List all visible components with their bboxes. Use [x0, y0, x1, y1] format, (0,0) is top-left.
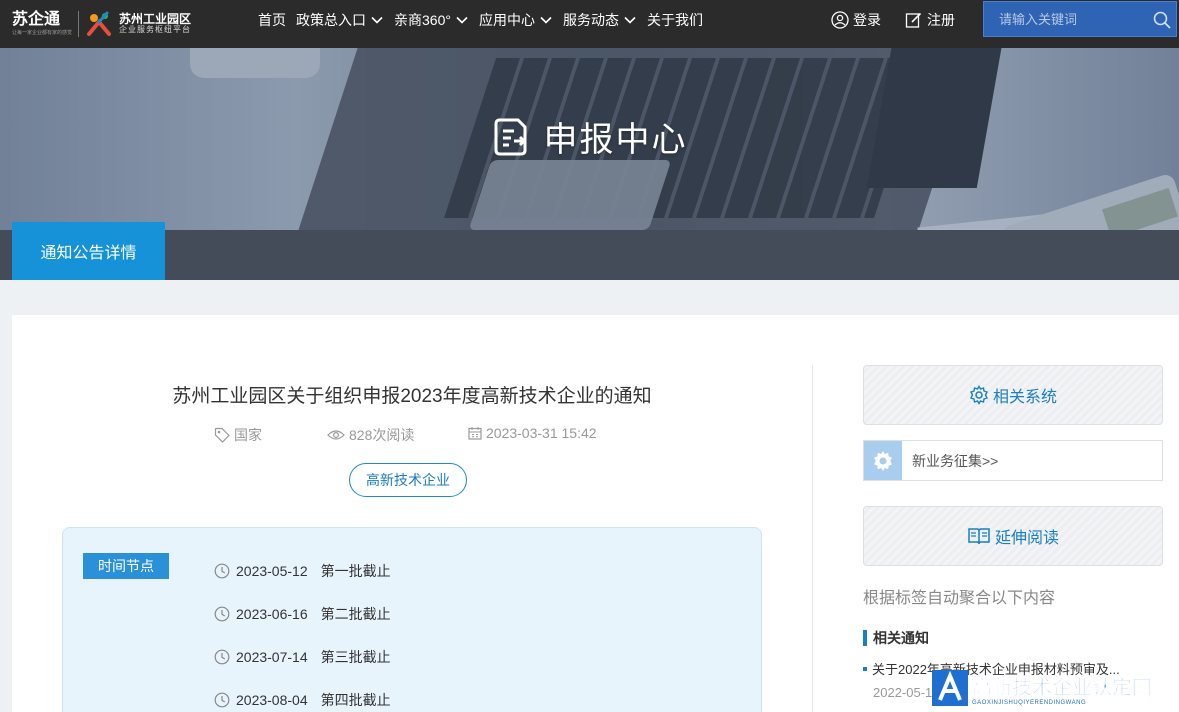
meta-views: 828次阅读: [327, 425, 414, 445]
site-logo[interactable]: 苏企通 让每一家企业都有家的感觉 苏州工业园区 企业服务枢纽平台: [12, 4, 191, 44]
timeline-text: 第三批截止: [320, 649, 391, 665]
nav-item-home[interactable]: 首页: [258, 10, 286, 30]
edit-icon: [905, 12, 922, 28]
related-systems-title: 相关系统: [992, 389, 1057, 406]
timeline-text: 第一批截止: [320, 563, 391, 579]
system-link-label: 新业务征集>>: [912, 452, 999, 469]
meta-date: 2023-03-31 15:42: [468, 425, 597, 441]
login-link[interactable]: 登录: [831, 10, 881, 30]
chevron-down-icon: [456, 16, 468, 24]
watermark-pinyin: GAOXINJISHUQIYERENDINGWANG: [972, 699, 1087, 706]
login-label: 登录: [853, 12, 881, 28]
nav-item-about[interactable]: 关于我们: [647, 10, 703, 30]
watermark-text: 高新技术企业认定网: [972, 676, 1153, 699]
banner: 申报中心: [0, 48, 1179, 230]
timeline-label: 时间节点: [83, 553, 169, 579]
clock-icon: [214, 692, 230, 708]
aggregation-note: 根据标签自动聚合以下内容: [863, 590, 1056, 607]
book-icon: [968, 528, 990, 545]
nav-item-label: 政策总入口: [296, 12, 366, 28]
system-link-new-business[interactable]: 新业务征集>>: [863, 440, 1163, 481]
search-box: [983, 1, 1177, 37]
chevron-down-icon: [540, 16, 552, 24]
nav-item-policy[interactable]: 政策总入口: [296, 10, 384, 30]
extended-reading-title: 延伸阅读: [994, 530, 1059, 547]
nav-item-label: 服务动态: [562, 12, 619, 28]
related-notices-title: 相关通知: [873, 630, 929, 646]
nav-item-label: 亲商360°: [394, 12, 451, 28]
logo-main: 苏企通 让每一家企业都有家的感觉: [12, 12, 72, 36]
timeline-date: 2023-05-12: [236, 563, 308, 579]
sub-header-bar: [0, 230, 1179, 280]
search-input[interactable]: [984, 2, 1144, 36]
meta-date-text: 2023-03-31 15:42: [486, 425, 597, 441]
extended-reading-header: 延伸阅读: [863, 506, 1163, 566]
meta-level: 国家: [214, 425, 262, 445]
timeline-date: 2023-08-04: [236, 692, 308, 708]
article-title: 苏州工业园区关于组织申报2023年度高新技术企业的通知: [172, 386, 652, 407]
logo-sub-caption: 企业服务枢纽平台: [119, 25, 192, 35]
timeline-item: 2023-05-12 第一批截止: [214, 561, 391, 581]
document-edit-icon: [494, 118, 526, 155]
nav-item-label: 关于我们: [646, 12, 703, 28]
logo-divider: [78, 11, 80, 37]
auth-links: 登录 注册: [831, 0, 979, 40]
eye-icon: [327, 430, 345, 440]
timeline-item: 2023-08-04 第四批截止: [214, 690, 391, 710]
nav-item-app-center[interactable]: 应用中心: [479, 10, 553, 30]
banner-heading: 申报中心: [0, 112, 1179, 161]
main-nav: 首页 政策总入口 亲商360° 应用中心 服务动态 关于我们: [258, 0, 713, 40]
timeline-text: 第四批截止: [320, 692, 391, 708]
nav-item-label: 首页: [258, 12, 286, 28]
watermark-logo-icon: [932, 670, 968, 706]
watermark: 高新技术企业认定网 GAOXINJISHUQIYERENDINGWANG: [932, 664, 1179, 712]
register-label: 注册: [927, 12, 955, 28]
clock-icon: [214, 649, 230, 665]
timeline-text: 第二批截止: [320, 606, 391, 622]
section-marker: [863, 630, 867, 646]
logo-sub: 苏州工业园区 企业服务枢纽平台: [119, 12, 192, 35]
watermark-texts: 高新技术企业认定网 GAOXINJISHUQIYERENDINGWANG: [972, 671, 1153, 706]
clock-icon: [214, 606, 230, 622]
timeline-item: 2023-06-16 第二批截止: [214, 604, 391, 624]
meta-views-text: 828次阅读: [349, 427, 415, 443]
chevron-down-icon: [371, 16, 383, 24]
nav-item-business360[interactable]: 亲商360°: [394, 10, 469, 30]
timeline-date: 2023-06-16: [236, 606, 308, 622]
gear-icon: [874, 450, 892, 471]
search-icon[interactable]: [1152, 10, 1172, 30]
logo-tagline: 让每一家企业都有家的感觉: [12, 30, 73, 36]
column-divider: [812, 365, 813, 712]
banner-title: 申报中心: [543, 121, 688, 159]
bullet-icon: [863, 666, 867, 671]
related-notices-heading: 相关通知: [863, 628, 929, 648]
related-systems-header: 相关系统: [863, 365, 1163, 425]
user-icon: [831, 11, 849, 29]
calendar-icon: [468, 427, 482, 440]
notice-date: 2022-05-1: [873, 685, 933, 700]
timeline-date: 2023-07-14: [236, 649, 308, 665]
chevron-down-icon: [624, 16, 636, 24]
sip-logo-icon: [87, 11, 112, 36]
meta-level-text: 国家: [234, 427, 262, 443]
gear-icon: [969, 385, 988, 405]
nav-item-label: 应用中心: [478, 12, 535, 28]
clock-icon: [214, 563, 230, 579]
tag-icon: [214, 427, 230, 443]
logo-main-text: 苏企通: [12, 11, 61, 28]
system-link-icon-box: [864, 441, 902, 480]
register-link[interactable]: 注册: [905, 10, 955, 30]
nav-item-news[interactable]: 服务动态: [563, 10, 637, 30]
article-tag-button[interactable]: 高新技术企业: [349, 463, 467, 497]
tab-notice-detail[interactable]: 通知公告详情: [12, 222, 165, 280]
top-navigation-bar: 苏企通 让每一家企业都有家的感觉 苏州工业园区 企业服务枢纽平台 首页 政策总入…: [0, 0, 1179, 48]
timeline-item: 2023-07-14 第三批截止: [214, 647, 391, 667]
